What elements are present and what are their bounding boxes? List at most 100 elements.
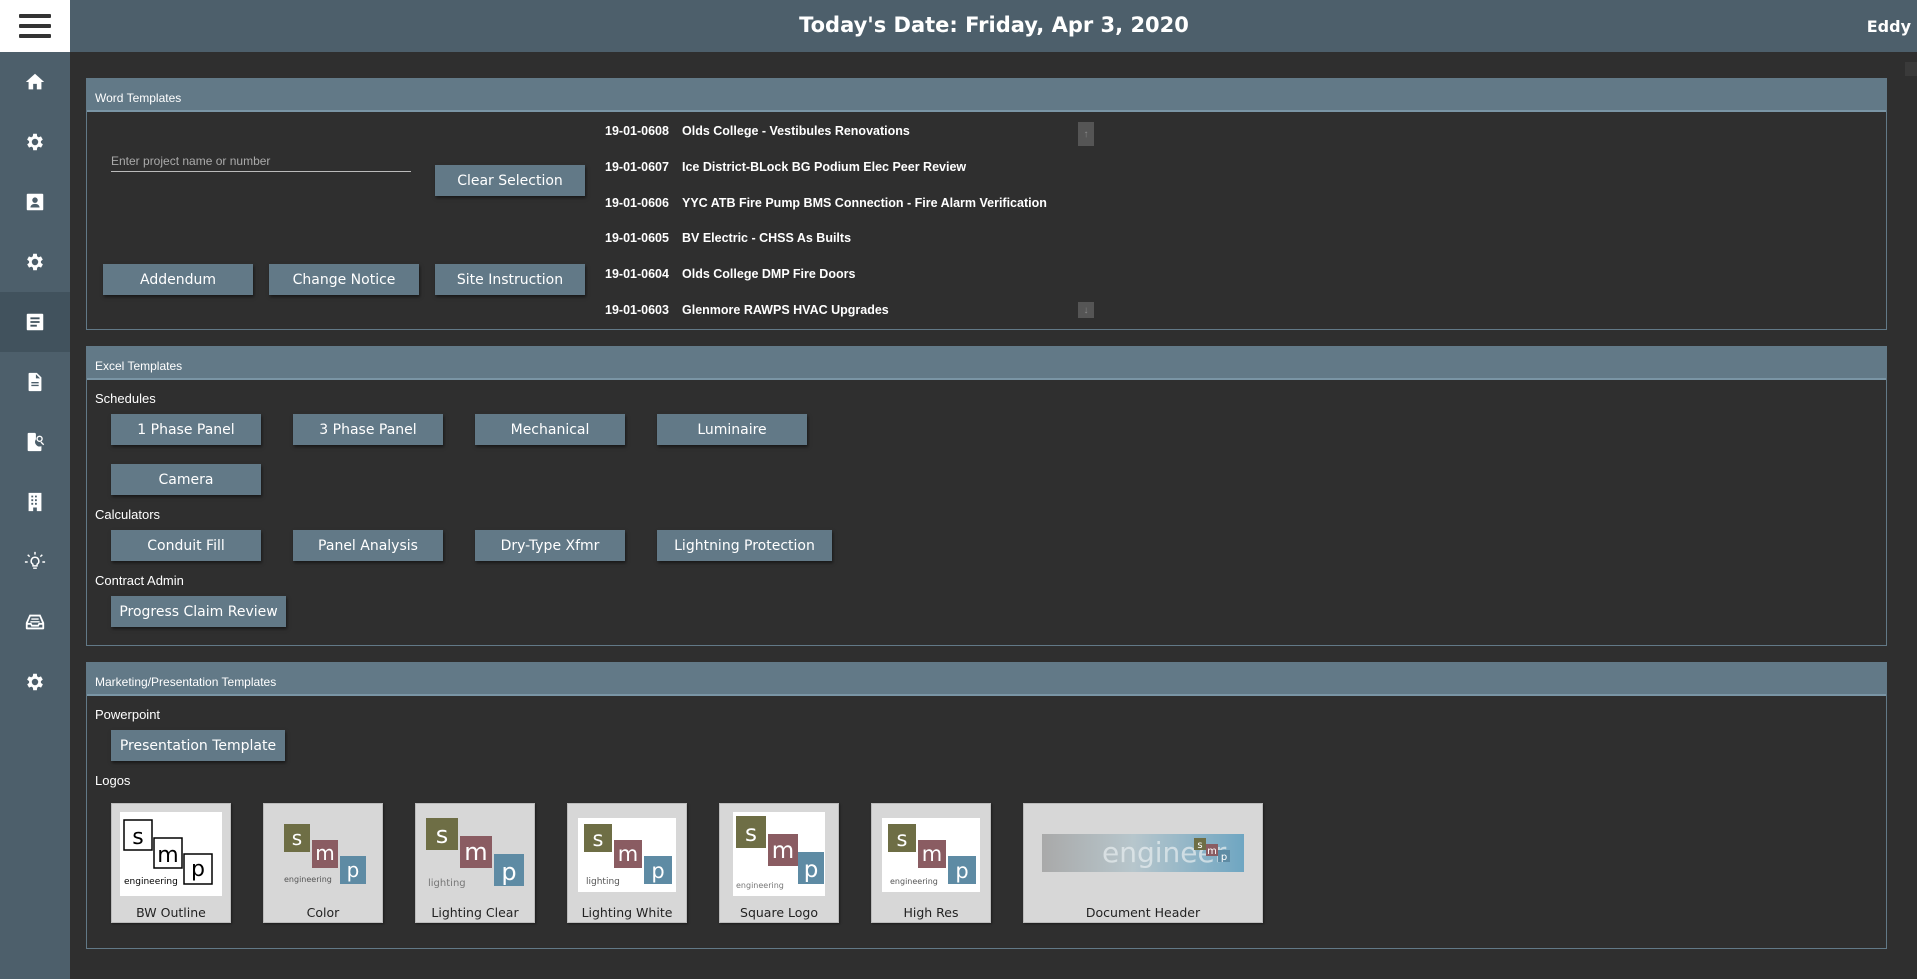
page-title: Today's Date: Friday, Apr 3, 2020 xyxy=(799,13,1189,37)
project-item[interactable]: 19-01-0603 Glenmore RAWPS HVAC Upgrades xyxy=(605,303,889,317)
logo-card-bw-outline[interactable]: s m p engineering BW Outline xyxy=(111,803,231,923)
logo-card-lighting-white[interactable]: s m p lighting Lighting White xyxy=(567,803,687,923)
logo-card-lighting-clear[interactable]: s m p lighting Lighting Clear xyxy=(415,803,535,923)
logo-caption: High Res xyxy=(903,905,959,920)
nav-settings-3[interactable] xyxy=(0,652,70,712)
nav-inbox[interactable] xyxy=(0,592,70,652)
powerpoint-label: Powerpoint xyxy=(95,707,161,722)
svg-text:m: m xyxy=(464,838,487,866)
svg-text:s: s xyxy=(1197,840,1202,851)
gear-icon xyxy=(27,133,43,151)
calculators-label: Calculators xyxy=(95,507,161,522)
nav-file-search[interactable] xyxy=(0,412,70,472)
svg-text:engineering: engineering xyxy=(124,877,178,887)
nav-settings-1[interactable] xyxy=(0,112,70,172)
three-phase-panel-button[interactable]: 3 Phase Panel xyxy=(293,414,443,445)
svg-text:s: s xyxy=(897,827,908,851)
word-templates-panel: Word Templates Clear Selection Addendum … xyxy=(86,78,1887,330)
mechanical-button[interactable]: Mechanical xyxy=(475,414,625,445)
smp-logo-bw-image: s m p engineering xyxy=(120,812,222,896)
menu-icon[interactable] xyxy=(0,0,70,52)
svg-text:s: s xyxy=(593,827,604,851)
building-icon xyxy=(28,492,42,512)
scroll-down-icon[interactable]: ↓ xyxy=(1078,302,1094,318)
progress-claim-review-button[interactable]: Progress Claim Review xyxy=(111,596,286,627)
nav-settings-2[interactable] xyxy=(0,232,70,292)
svg-text:p: p xyxy=(651,859,664,883)
logo-card-color[interactable]: s m p engineering Color xyxy=(263,803,383,923)
svg-text:m: m xyxy=(1207,846,1217,857)
marketing-templates-title: Marketing/Presentation Templates xyxy=(87,663,1886,696)
word-templates-title: Word Templates xyxy=(87,79,1886,112)
document-header-banner-image: engineer s m p xyxy=(1042,834,1244,872)
schedules-label: Schedules xyxy=(95,391,156,406)
logo-caption: Square Logo xyxy=(740,905,818,920)
svg-text:p: p xyxy=(501,858,516,886)
project-list: 19-01-0608 Olds College - Vestibules Reno… xyxy=(605,113,1125,321)
marketing-templates-panel: Marketing/Presentation Templates Powerpo… xyxy=(86,662,1887,949)
top-header: Today's Date: Friday, Apr 3, 2020 Eddy xyxy=(70,0,1917,52)
nav-buildings[interactable] xyxy=(0,472,70,532)
svg-text:s: s xyxy=(292,826,302,850)
logo-caption: Lighting White xyxy=(581,905,673,920)
svg-text:m: m xyxy=(772,838,794,864)
project-item[interactable]: 19-01-0604 Olds College DMP Fire Doors xyxy=(605,267,855,281)
project-search-input[interactable] xyxy=(111,144,411,171)
one-phase-panel-button[interactable]: 1 Phase Panel xyxy=(111,414,261,445)
project-item[interactable]: 19-01-0606 YYC ATB Fire Pump BMS Connecti… xyxy=(605,196,1047,210)
svg-text:m: m xyxy=(922,842,942,866)
logo-caption: BW Outline xyxy=(136,905,206,920)
gear-icon xyxy=(27,673,43,691)
conduit-fill-button[interactable]: Conduit Fill xyxy=(111,530,261,561)
nav-templates[interactable] xyxy=(0,292,70,352)
logo-card-document-header[interactable]: engineer s m p Document Header xyxy=(1023,803,1263,923)
smp-logo-square-image: s m p engineering xyxy=(733,812,825,896)
inbox-tray-icon xyxy=(25,614,45,630)
dry-type-xfmr-button[interactable]: Dry-Type Xfmr xyxy=(475,530,625,561)
smp-logo-lighting-white-image: s m p lighting xyxy=(578,818,676,892)
excel-templates-title: Excel Templates xyxy=(87,347,1886,380)
project-item[interactable]: 19-01-0605 BV Electric - CHSS As Builts xyxy=(605,231,851,245)
contact-card-icon xyxy=(26,193,44,211)
project-item[interactable]: 19-01-0608 Olds College - Vestibules Reno… xyxy=(605,124,910,138)
project-search-field[interactable] xyxy=(111,144,411,172)
scroll-up-icon[interactable]: ↑ xyxy=(1078,122,1094,146)
logo-caption: Document Header xyxy=(1085,905,1201,920)
svg-text:p: p xyxy=(191,857,205,882)
luminaire-button[interactable]: Luminaire xyxy=(657,414,807,445)
addendum-button[interactable]: Addendum xyxy=(103,264,253,295)
svg-text:m: m xyxy=(315,841,334,865)
logos-label: Logos xyxy=(95,773,131,788)
project-item[interactable]: 19-01-0607 Ice District-BLock BG Podium E… xyxy=(605,160,966,174)
logo-card-square-logo[interactable]: s m p engineering Square Logo xyxy=(719,803,839,923)
svg-text:m: m xyxy=(157,843,178,868)
contract-admin-label: Contract Admin xyxy=(95,573,184,588)
svg-text:m: m xyxy=(618,842,638,866)
nav-lighting[interactable] xyxy=(0,532,70,592)
svg-text:engineering: engineering xyxy=(890,877,938,886)
home-icon xyxy=(25,73,45,90)
document-text-icon xyxy=(26,313,44,331)
svg-text:engineering: engineering xyxy=(284,875,332,884)
nav-contacts[interactable] xyxy=(0,172,70,232)
user-name[interactable]: Eddy xyxy=(1867,17,1911,36)
file-icon xyxy=(28,372,42,392)
presentation-template-button[interactable]: Presentation Template xyxy=(111,730,285,761)
change-notice-button[interactable]: Change Notice xyxy=(269,264,419,295)
scrollbar-corner xyxy=(1905,62,1917,76)
svg-text:s: s xyxy=(436,821,449,849)
excel-templates-panel: Excel Templates Schedules 1 Phase Panel … xyxy=(86,346,1887,646)
logo-card-high-res[interactable]: s m p engineering High Res xyxy=(871,803,991,923)
panel-analysis-button[interactable]: Panel Analysis xyxy=(293,530,443,561)
svg-text:engineering: engineering xyxy=(736,881,784,890)
sidebar xyxy=(0,0,70,979)
lightning-protection-button[interactable]: Lightning Protection xyxy=(657,530,832,561)
svg-text:p: p xyxy=(1221,852,1227,863)
nav-files[interactable] xyxy=(0,352,70,412)
site-instruction-button[interactable]: Site Instruction xyxy=(435,264,585,295)
clear-selection-button[interactable]: Clear Selection xyxy=(435,165,585,196)
nav-home[interactable] xyxy=(0,52,70,112)
logo-caption: Lighting Clear xyxy=(431,905,519,920)
svg-text:lighting: lighting xyxy=(428,878,466,889)
camera-button[interactable]: Camera xyxy=(111,464,261,495)
